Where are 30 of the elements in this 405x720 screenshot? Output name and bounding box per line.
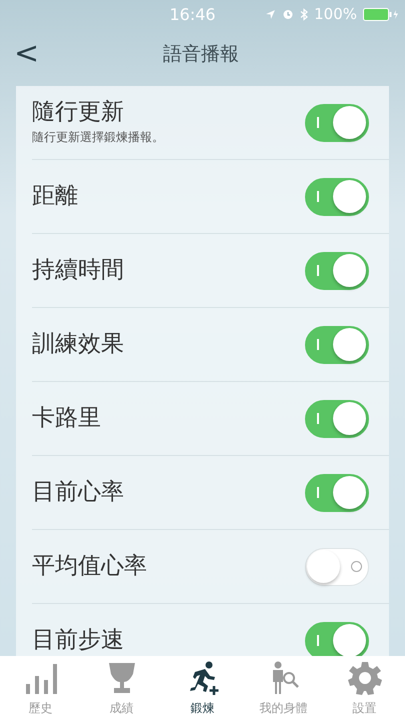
battery-percent: 100% bbox=[314, 5, 357, 23]
alarm-icon bbox=[282, 8, 294, 20]
toggle-switch[interactable] bbox=[305, 178, 369, 216]
setting-label: 距離 bbox=[32, 182, 78, 210]
toggle-switch[interactable] bbox=[305, 622, 369, 656]
tab[interactable]: 我的身體 bbox=[248, 660, 318, 716]
setting-label: 平均值心率 bbox=[32, 552, 147, 580]
tab[interactable]: 成績 bbox=[86, 660, 156, 716]
battery-icon bbox=[363, 8, 399, 20]
toggle-switch[interactable] bbox=[305, 104, 369, 142]
settings-icon bbox=[346, 660, 382, 696]
tab[interactable]: 鍛煉 bbox=[168, 660, 238, 716]
setting-label: 目前步速 bbox=[32, 626, 124, 654]
setting-label: 持續時間 bbox=[32, 256, 124, 284]
toggle-switch[interactable] bbox=[305, 252, 369, 290]
status-time: 16:46 bbox=[170, 4, 216, 24]
setting-label: 訓練效果 bbox=[32, 330, 124, 358]
setting-label: 卡路里 bbox=[32, 404, 101, 432]
toggle-switch[interactable] bbox=[305, 326, 369, 364]
bluetooth-icon bbox=[300, 8, 308, 20]
toggle-switch[interactable] bbox=[305, 400, 369, 438]
setting-description: 隨行更新選擇鍛煉播報。 bbox=[32, 128, 164, 146]
tab[interactable]: 歷史 bbox=[6, 660, 76, 716]
tab[interactable]: 設置 bbox=[330, 660, 400, 716]
screen-title: 語音播報 bbox=[163, 42, 240, 67]
toggle-switch[interactable] bbox=[305, 474, 369, 512]
setting-label: 目前心率 bbox=[32, 478, 124, 506]
location-icon bbox=[265, 8, 276, 20]
setting-label: 隨行更新 bbox=[32, 99, 125, 127]
back-button[interactable]: < bbox=[8, 39, 46, 69]
